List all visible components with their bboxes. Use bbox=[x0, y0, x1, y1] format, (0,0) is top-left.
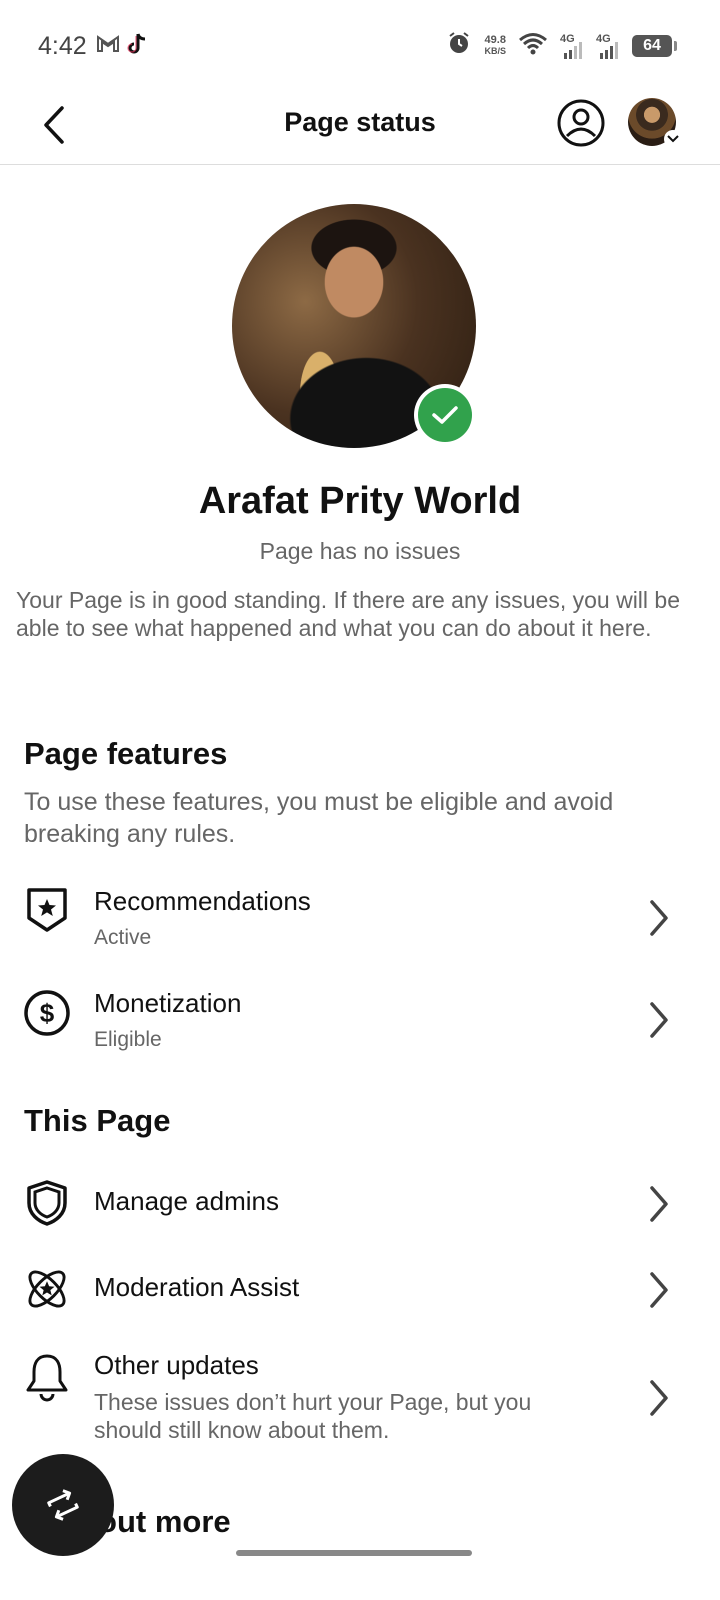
standing-description: Your Page is in good standing. If there … bbox=[16, 587, 681, 641]
gmail-icon bbox=[96, 34, 120, 59]
notification-icons bbox=[96, 32, 148, 61]
page-avatar bbox=[232, 204, 476, 448]
shield-star-icon bbox=[22, 885, 72, 935]
recommendations-status: Active bbox=[94, 926, 152, 949]
other-updates-label: Other updates bbox=[94, 1350, 259, 1380]
page-features-description: To use these features, you must be eligi… bbox=[24, 788, 614, 848]
atom-star-icon bbox=[22, 1264, 72, 1314]
other-updates-row[interactable]: Other updates These issues don’t hurt yo… bbox=[0, 1342, 720, 1452]
chevron-right-icon bbox=[644, 998, 674, 1042]
status-badge bbox=[414, 384, 476, 446]
floating-switch-button[interactable] bbox=[12, 1454, 114, 1556]
wifi-icon bbox=[518, 31, 548, 60]
alarm-icon bbox=[446, 30, 472, 61]
repeat-icon bbox=[47, 1489, 79, 1521]
recommendations-row[interactable]: Recommendations Active bbox=[0, 878, 720, 962]
chevron-right-icon bbox=[644, 1376, 674, 1420]
page-features-heading: Page features bbox=[24, 736, 228, 771]
speed-value: 49.8 bbox=[484, 33, 506, 46]
user-circle-icon bbox=[557, 99, 605, 147]
battery-indicator: 64 bbox=[632, 34, 677, 57]
shield-icon bbox=[22, 1178, 72, 1228]
status-time: 4:42 bbox=[38, 32, 87, 60]
monetization-row[interactable]: $ Monetization Eligible bbox=[0, 980, 720, 1064]
chevron-down-icon bbox=[664, 130, 682, 148]
monetization-status: Eligible bbox=[94, 1028, 162, 1051]
network-speed: 49.8 KB/S bbox=[484, 33, 506, 57]
monetization-label: Monetization bbox=[94, 988, 242, 1018]
signal-1: 4G bbox=[560, 33, 584, 59]
recommendations-label: Recommendations bbox=[94, 886, 311, 916]
check-icon bbox=[418, 388, 472, 442]
moderation-assist-label: Moderation Assist bbox=[94, 1272, 300, 1302]
status-bar: 4:42 49.8 KB/S 4G 4G 64 bbox=[0, 0, 720, 92]
moderation-assist-row[interactable]: Moderation Assist bbox=[0, 1260, 720, 1320]
page-status-text: Page has no issues bbox=[259, 538, 461, 564]
manage-admins-label: Manage admins bbox=[94, 1186, 279, 1216]
home-indicator[interactable] bbox=[236, 1550, 472, 1556]
dollar-circle-icon: $ bbox=[22, 988, 72, 1038]
this-page-heading: This Page bbox=[24, 1103, 171, 1138]
speed-unit: KB/S bbox=[484, 45, 506, 56]
chevron-right-icon bbox=[644, 1182, 674, 1226]
manage-admins-row[interactable]: Manage admins bbox=[0, 1174, 720, 1234]
chevron-right-icon bbox=[644, 896, 674, 940]
signal-2: 4G bbox=[596, 33, 620, 59]
tiktok-icon bbox=[126, 32, 148, 61]
svg-text:$: $ bbox=[40, 998, 55, 1028]
profile-switch-button[interactable] bbox=[556, 98, 606, 148]
chevron-right-icon bbox=[644, 1268, 674, 1312]
app-header: Page status bbox=[0, 92, 720, 165]
page-title: Page status bbox=[284, 107, 436, 137]
other-updates-description: These issues don’t hurt your Page, but y… bbox=[94, 1389, 532, 1443]
bell-icon bbox=[22, 1352, 72, 1402]
page-avatar-button[interactable] bbox=[628, 98, 682, 148]
status-right: 49.8 KB/S 4G 4G 64 bbox=[446, 30, 677, 61]
page-name: Arafat Prity World bbox=[198, 480, 522, 522]
